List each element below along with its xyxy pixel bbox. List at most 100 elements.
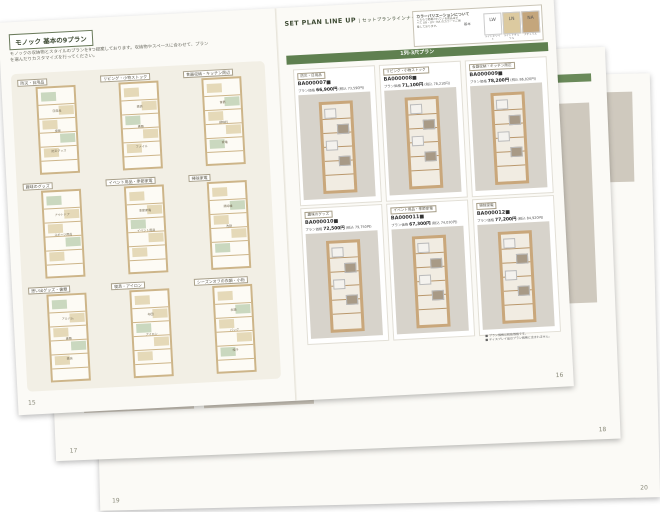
- cabinet-object: [417, 242, 430, 254]
- plan-cell: 掃除家電 掃除機 洗剤: [188, 171, 273, 276]
- plan-cell: リビング・小物ストック 雑貨 書類 ファイル: [99, 71, 185, 176]
- color-variation-text: こちらで掲載されている商品はすべて LW・LN・NA のカラーでご用意しておりま…: [416, 15, 461, 29]
- stored-item: [217, 290, 233, 301]
- price-prefix: プラン価格: [391, 222, 409, 228]
- cabinet-object: [495, 99, 509, 110]
- color-swatch-name: ナチュラル: [523, 32, 537, 37]
- stored-item: [148, 232, 164, 243]
- cabinet: [325, 239, 365, 333]
- product-label: 食器収納・キッチン周辺: [468, 61, 515, 72]
- cabinet-object: [418, 274, 432, 286]
- stored-item: [70, 340, 87, 351]
- stored-item: [46, 195, 62, 206]
- stored-item: [49, 251, 65, 262]
- cabinet-object: [409, 103, 423, 115]
- color-swatch-lw: LW: [483, 12, 503, 36]
- stored-item: [225, 124, 242, 135]
- shelf-illustration: 布団 アイロン: [129, 288, 174, 379]
- shelf-board: [135, 362, 172, 366]
- cabinet-interior: [321, 103, 355, 191]
- cabinet-object: [336, 123, 350, 135]
- page-number-16: 16: [555, 371, 564, 380]
- cabinet-shelf: [504, 303, 533, 306]
- stored-item: [40, 91, 57, 102]
- plan-cell: 食器収納・キッチン周辺 食器 調味料 家電: [182, 67, 268, 172]
- product-label: イベント用品・季節家電: [390, 205, 437, 215]
- stored-item: [236, 331, 253, 342]
- page-title: モノック 基本の9プラン: [8, 29, 94, 51]
- price-prefix: プラン価格: [305, 227, 323, 233]
- price-tax: (税込 78,210円): [424, 81, 451, 87]
- stored-item: [123, 87, 140, 98]
- color-swatch-na: NA: [521, 10, 541, 34]
- product-photo: [470, 82, 548, 192]
- cabinet-object: [503, 238, 516, 249]
- cabinet: [497, 230, 537, 324]
- shelf-illustration: 日用品 掃除 防災グッズ: [35, 84, 81, 175]
- shelf-board: [124, 154, 161, 158]
- cabinet-object: [338, 155, 352, 167]
- plan-cell: シーズンオフの衣類・小物 衣類 バッグ 帽子: [193, 275, 279, 380]
- product-photo: [391, 225, 469, 335]
- product-card: 食器収納・キッチン周辺 BA000009■ プラン価格 78,200円 (税込 86…: [464, 56, 554, 198]
- stored-item: [206, 83, 223, 93]
- shelf-illustration: 雑貨 書類 ファイル: [118, 80, 163, 171]
- stored-item: [51, 299, 68, 310]
- shelf-board: [212, 254, 249, 257]
- product-label: 防災・日用品: [297, 71, 326, 81]
- cabinet-object: [508, 114, 522, 126]
- shelf-board: [41, 158, 78, 162]
- product-label: リビング・小物ストック: [383, 66, 429, 76]
- product-photo: [384, 86, 462, 196]
- page-number-17: 17: [69, 447, 78, 455]
- product-photo: [477, 221, 555, 330]
- product-photo: [305, 230, 383, 339]
- cabinet-object: [344, 262, 357, 274]
- stored-item: [153, 336, 170, 347]
- cabinet-interior: [493, 94, 527, 182]
- price-prefix: プラン価格: [469, 79, 487, 85]
- product-card: イベント用品・季節家電 BA000011■ プラン価格 67,300円 (税込 74…: [386, 199, 476, 341]
- stored-item: [129, 191, 145, 202]
- shelf-illustration: 季節家電 イベント用品: [123, 184, 169, 275]
- right-page: SET PLAN LINE UP | セットプランラインナップ カラーバリエーシ…: [276, 0, 574, 401]
- cabinet-object: [332, 279, 346, 290]
- stored-item: [137, 351, 153, 361]
- plan-cell: 寝具・アイロン 布団 アイロン: [110, 279, 196, 384]
- plan-cell: イベント用品・季節家電 季節家電 イベント用品: [105, 175, 190, 280]
- cabinet-interior: [329, 242, 362, 330]
- cabinet-object: [325, 140, 339, 151]
- header-main: SET PLAN LINE UP: [284, 16, 357, 28]
- price-tax: (税込 73,590円): [338, 85, 365, 92]
- page-number-15: 15: [27, 399, 36, 407]
- color-variation-lead: 基本: [463, 22, 471, 27]
- price-prefix: プラン価格: [383, 83, 402, 89]
- page-number-19: 19: [111, 497, 120, 505]
- cabinet-shelf: [497, 164, 526, 167]
- stored-item: [59, 132, 76, 143]
- section-header: SET PLAN LINE UP | セットプランラインナップ: [284, 15, 422, 28]
- cabinet-shelf: [411, 168, 440, 172]
- product-photo: [298, 91, 376, 201]
- shelf-illustration: アルバム 書類 雑誌: [46, 292, 91, 383]
- product-label: 掃除家電: [476, 201, 497, 211]
- cabinet-object: [497, 131, 510, 142]
- cabinet-object: [324, 108, 337, 119]
- color-swatch-name: ライトナチュラル: [503, 33, 520, 41]
- stored-item: [65, 236, 81, 247]
- shelf-illustration: 食器 調味料 家電: [201, 76, 246, 167]
- main-spread: モノック 基本の9プラン モノックの収納物とスタイルのプランを9つ提案しておりま…: [0, 0, 574, 416]
- stored-item: [214, 242, 231, 253]
- price-prefix: プラン価格: [297, 88, 316, 94]
- cabinet-shelf: [418, 307, 447, 311]
- cabinet-object: [345, 294, 359, 305]
- cabinet: [490, 91, 530, 186]
- cabinet-object: [517, 285, 531, 296]
- color-swatch-ln: LN: [502, 11, 522, 35]
- cabinet-object: [515, 253, 529, 265]
- left-page: モノック 基本の9プラン モノックの収納物とスタイルのプランを9つ提案しておりま…: [0, 8, 296, 415]
- shelf-illustration: 掃除機 洗剤: [206, 180, 252, 270]
- product-card: 趣味のグッズ BA000010■ プラン価格 72,500円 (税込 79,750円…: [300, 203, 390, 346]
- color-swatch-name: ライトホワイト: [484, 34, 501, 42]
- cabinet-object: [430, 257, 443, 269]
